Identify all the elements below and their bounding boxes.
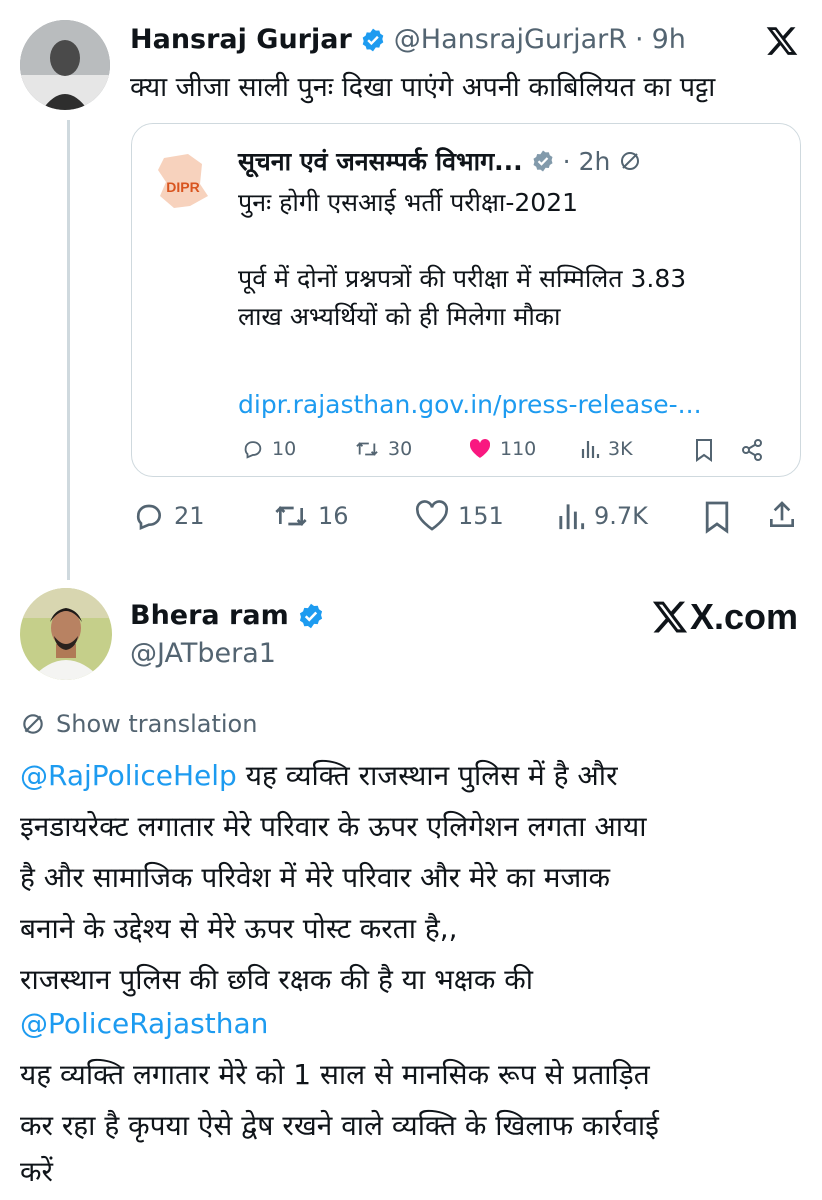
quoted-time[interactable]: 2h: [579, 147, 611, 176]
tweet2-line-3: है और सामाजिक परिवेश में मेरे परिवार और …: [20, 861, 611, 894]
verified-badge-icon: [533, 150, 553, 172]
tweet2-author-name[interactable]: Bhera ram: [130, 600, 289, 631]
repost-count: 16: [318, 502, 349, 530]
repost-icon: [356, 442, 378, 456]
quoted-views-button[interactable]: 3K: [580, 438, 633, 460]
tweet2-line-7: यह व्यक्ति लगातार मेरे को 1 साल से मानसि…: [20, 1058, 650, 1091]
bookmark-icon[interactable]: [703, 500, 731, 534]
dot-separator: ·: [562, 146, 571, 176]
avatar-bhera-image: [20, 588, 112, 680]
mention-rajpolicehelp[interactable]: @RajPoliceHelp: [20, 759, 237, 792]
reply-icon: [136, 504, 161, 530]
quoted-line-3: लाख अभ्यर्थियों को ही मिलेगा मौका: [238, 302, 561, 331]
tweet1-text: क्या जीजा साली पुनः दिखा पाएंगे अपनी काब…: [130, 72, 716, 103]
reply-count: 21: [174, 502, 205, 530]
verified-badge-icon: [362, 28, 384, 51]
x-logo-icon[interactable]: [764, 24, 800, 58]
repost-button[interactable]: 16: [272, 500, 349, 532]
verified-badge-icon: [299, 603, 322, 628]
quoted-views-count: 3K: [608, 438, 633, 460]
quoted-line-2: पूर्व में दोनों प्रश्नपत्रों की परीक्षा …: [238, 264, 687, 293]
quoted-tweet-card[interactable]: DIPR सूचना एवं जनसम्पर्क विभाग... · 2h प…: [131, 123, 801, 477]
bookmark-icon[interactable]: [694, 438, 714, 462]
like-button[interactable]: 151: [414, 500, 504, 532]
repost-icon: [275, 506, 307, 526]
share-icon[interactable]: [766, 498, 798, 532]
tweet1-time[interactable]: 9h: [652, 24, 686, 55]
reply-button[interactable]: 21: [132, 500, 205, 532]
share-icon[interactable]: [740, 438, 764, 462]
line-text: यह व्यक्ति राजस्थान पुलिस में है और: [236, 759, 618, 792]
dot-separator: ·: [635, 24, 644, 55]
quoted-reply-count: 10: [272, 438, 297, 460]
svg-text:DIPR: DIPR: [166, 179, 199, 195]
translate-icon: [621, 152, 640, 170]
show-translation-label: Show translation: [56, 710, 258, 738]
quoted-repost-button[interactable]: 30: [354, 438, 412, 460]
quoted-author-name[interactable]: सूचना एवं जनसम्पर्क विभाग...: [238, 144, 523, 178]
quoted-repost-count: 30: [388, 438, 413, 460]
tweet2-line-2: इनडायरेक्ट लगातार मेरे परिवार के ऊपर एलि…: [20, 810, 647, 843]
avatar-bhera[interactable]: [20, 588, 112, 680]
reply-icon: [244, 441, 262, 459]
views-button[interactable]: 9.7K: [556, 500, 648, 532]
x-com-text: X.com: [690, 596, 799, 637]
tweet1-handle[interactable]: @HansrajGurjarR: [394, 24, 627, 55]
heart-icon: [469, 439, 491, 458]
views-icon: [559, 504, 585, 530]
dipr-logo: DIPR: [150, 148, 216, 214]
thread-line: [67, 120, 70, 580]
x-com-brand: X.com: [650, 596, 798, 638]
quoted-link[interactable]: dipr.rajasthan.gov.in/press-release-...: [238, 386, 702, 424]
views-icon: [581, 441, 600, 458]
tweet2-line-1: @RajPoliceHelp यह व्यक्ति राजस्थान पुलिस…: [20, 750, 618, 801]
tweet2-handle[interactable]: @JATbera1: [130, 638, 276, 669]
quoted-like-count: 110: [500, 438, 537, 460]
translate-icon: [23, 714, 43, 734]
mention-policerajasthan[interactable]: @PoliceRajasthan: [20, 998, 268, 1049]
quoted-reply-button[interactable]: 10: [242, 438, 296, 460]
like-count: 151: [458, 502, 504, 530]
x-logo-icon: [652, 601, 688, 633]
views-count: 9.7K: [594, 502, 648, 530]
show-translation-button[interactable]: Show translation: [20, 710, 257, 738]
heart-icon: [415, 500, 449, 531]
tweet2-line-4: बनाने के उद्देश्य से मेरे ऊपर पोस्ट करता…: [20, 912, 458, 945]
avatar-hansraj[interactable]: [20, 20, 110, 110]
avatar-hansraj-image: [20, 20, 110, 110]
quoted-like-button[interactable]: 110: [468, 438, 536, 460]
tweet1-author-name[interactable]: Hansraj Gurjar: [130, 24, 352, 55]
tweet2-line-9: करें: [20, 1155, 53, 1188]
tweet2-line-8: कर रहा है कृपया ऐसे द्वेष रखने वाले व्यक…: [20, 1109, 659, 1142]
quoted-headline: पुनः होगी एसआई भर्ती परीक्षा-2021: [238, 188, 579, 217]
